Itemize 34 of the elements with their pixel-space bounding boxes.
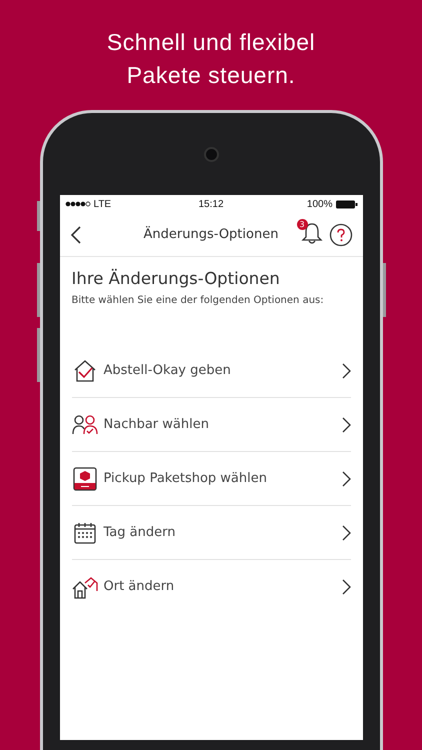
help-icon[interactable] [328,222,352,246]
option-row[interactable]: Pickup Paketshop wählen [72,452,350,506]
screen-title: Änderungs-Optionen [144,227,278,242]
shop-icon [72,466,98,490]
headline: Schnell und flexibel [106,28,316,57]
section-heading: Ihre Änderungs-Optionen [72,269,281,289]
bell-icon[interactable] [300,220,322,244]
headline: Pakete steuern. [126,61,296,90]
battery-text: 100% [306,198,332,210]
clock: 15:12 [198,198,224,210]
signal-icon [64,201,90,207]
camera-icon [204,146,218,162]
battery-icon [336,200,358,208]
notification-badge: 3 [296,218,308,230]
chevron-right-icon [342,362,350,378]
option-label: Ort ändern [104,579,174,594]
option-row[interactable]: Nachbar wählen [72,398,350,452]
houses-icon [72,574,98,598]
chevron-right-icon [342,470,350,486]
option-label: Pickup Paketshop wählen [104,471,267,486]
chevron-right-icon [342,416,350,432]
back-icon[interactable] [70,226,82,244]
instruction-text: Bitte wählen Sie eine der folgenden Optionen aus: [72,295,325,306]
option-row[interactable]: Abstell-Okay geben [72,344,350,398]
option-row[interactable]: Ort ändern [72,560,350,613]
option-label: Tag ändern [104,525,176,540]
people-icon [72,414,98,436]
chevron-right-icon [342,524,350,540]
option-label: Nachbar wählen [104,417,209,432]
chevron-right-icon [342,578,350,594]
calendar-icon [72,520,98,544]
option-label: Abstell-Okay geben [104,363,231,378]
carrier-text: LTE [94,198,112,210]
option-row[interactable]: Tag ändern [72,506,350,560]
